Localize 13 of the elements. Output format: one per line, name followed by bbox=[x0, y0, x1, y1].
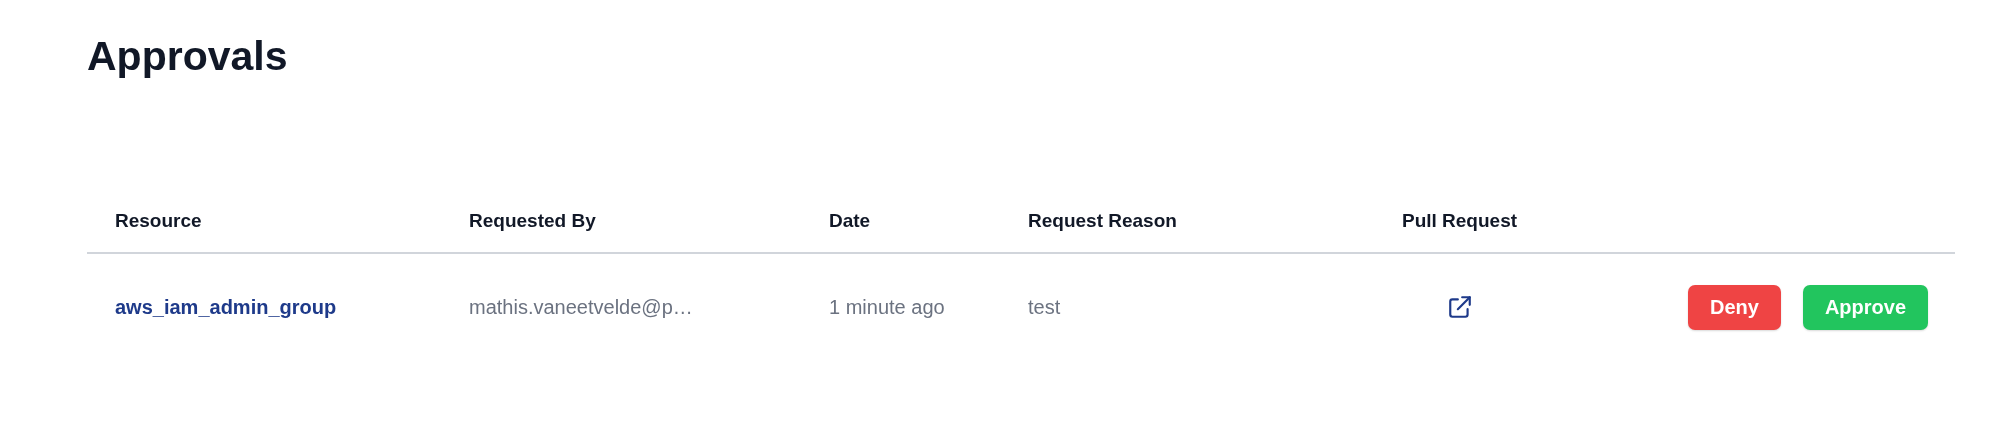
column-header: Request Reason bbox=[1028, 210, 1177, 232]
column-header: Pull Request bbox=[1401, 210, 1518, 232]
page-title: Approvals bbox=[87, 32, 288, 81]
requester-email: mathis.vaneetvelde@p… bbox=[469, 295, 693, 319]
request-date: 1 minute ago bbox=[829, 295, 945, 319]
resource-link[interactable]: aws_iam_admin_group bbox=[115, 295, 337, 319]
column-header: Requested By bbox=[469, 210, 596, 232]
approve-button[interactable]: Approve bbox=[1802, 284, 1928, 330]
column-header: Resource bbox=[115, 210, 202, 232]
request-reason: test bbox=[1028, 295, 1061, 319]
column-header: Date bbox=[829, 210, 871, 232]
deny-button[interactable]: Deny bbox=[1687, 284, 1781, 330]
external-link-icon[interactable] bbox=[1446, 294, 1473, 320]
